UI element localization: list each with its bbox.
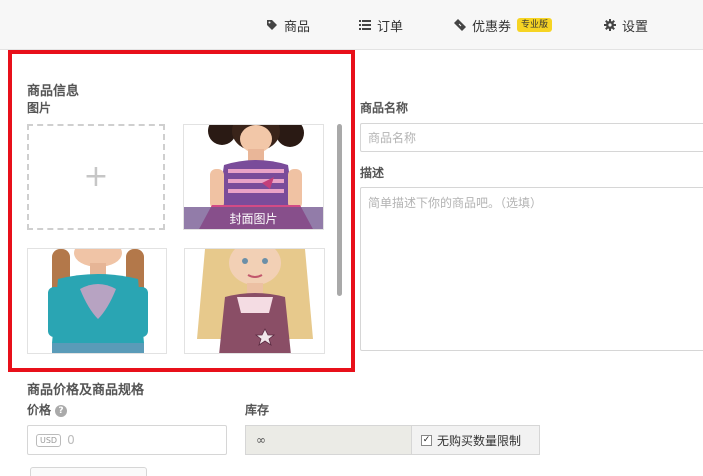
cover-image-label: 封面图片 (184, 207, 323, 229)
top-navigation: 商品 订单 优惠券 专业版 设置 (0, 0, 703, 50)
pro-badge: 专业版 (517, 18, 553, 32)
unlimited-label: 无购买数量限制 (437, 433, 522, 448)
image-gallery: + 封面图片 (27, 124, 327, 354)
tag-icon (267, 20, 277, 30)
stock-value: ∞ (256, 433, 266, 447)
product-name-label: 商品名称 (360, 101, 409, 115)
unlimited-quantity-toggle[interactable]: ✓ 无购买数量限制 (411, 425, 540, 455)
nav-coupons-label: 优惠券 (472, 19, 512, 35)
product-image-2[interactable] (27, 248, 167, 354)
product-name-input[interactable] (360, 123, 703, 152)
pricing-heading: 商品价格及商品规格 (27, 383, 145, 398)
price-label: 价格? (27, 401, 68, 418)
list-icon (359, 20, 371, 30)
doll-photo-2 (28, 249, 166, 353)
price-input[interactable] (67, 433, 208, 447)
plus-icon: + (83, 159, 109, 194)
gear-icon (604, 19, 616, 31)
price-field: USD (27, 425, 227, 455)
images-label: 图片 (27, 101, 52, 115)
stock-label: 库存 (245, 403, 270, 417)
doll-photo-3 (185, 249, 324, 353)
nav-products-label: 商品 (284, 19, 311, 35)
nav-orders[interactable]: 订单 (359, 16, 404, 35)
product-image-cover[interactable]: 封面图片 (183, 124, 324, 230)
nav-products[interactable]: 商品 (266, 16, 311, 35)
description-label: 描述 (360, 166, 385, 180)
nav-settings[interactable]: 设置 (604, 16, 649, 35)
ticket-icon (454, 19, 466, 31)
product-info-heading: 商品信息 (27, 84, 80, 99)
unlimited-checkbox[interactable]: ✓ (421, 434, 432, 446)
check-mark-icon: ✓ (422, 434, 431, 445)
help-icon[interactable]: ? (55, 404, 68, 417)
gallery-scrollbar[interactable] (337, 124, 342, 296)
currency-tag: USD (36, 433, 62, 447)
stock-input[interactable]: ∞ (245, 425, 411, 455)
add-image-button[interactable]: + (27, 124, 165, 230)
product-image-3[interactable] (184, 248, 325, 354)
nav-orders-label: 订单 (377, 19, 404, 35)
nav-settings-label: 设置 (622, 19, 649, 35)
nav-coupons[interactable]: 优惠券 专业版 (454, 16, 553, 35)
price-label-text: 价格 (27, 403, 52, 417)
description-textarea[interactable] (360, 187, 703, 351)
add-spec-button[interactable] (30, 467, 147, 476)
